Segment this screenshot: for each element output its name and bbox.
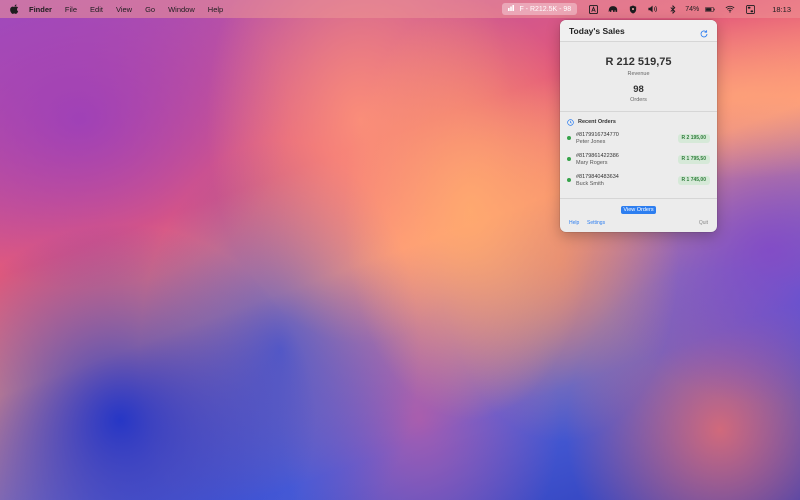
order-row[interactable]: #8179861422386 Mary Rogers R 1 795,50: [567, 152, 710, 168]
menu-help[interactable]: Help: [208, 5, 223, 14]
divider: [560, 111, 717, 112]
refresh-icon[interactable]: [699, 26, 709, 38]
clock-icon: [567, 113, 574, 131]
view-orders-button[interactable]: View Orders: [621, 206, 656, 214]
menu-bar-extras: F - R212.5K - 98 74% 18:13: [502, 0, 800, 18]
menu-finder[interactable]: Finder: [29, 5, 52, 14]
wifi-icon[interactable]: [725, 4, 735, 14]
menu-edit[interactable]: Edit: [90, 5, 103, 14]
order-row[interactable]: #8179916734770 Peter Jones R 2 195,00: [567, 131, 710, 147]
battery-percentage: 74%: [685, 5, 700, 13]
location-shield-icon[interactable]: [628, 4, 638, 14]
order-amount-badge: R 1 795,50: [677, 155, 710, 164]
order-customer: Peter Jones: [576, 139, 606, 145]
order-amount-badge: R 1 745,00: [677, 176, 710, 185]
sales-status-item[interactable]: F - R212.5K - 98: [502, 3, 578, 15]
sales-popover: Today's Sales R 212 519,75 Revenue 98 Or…: [560, 20, 717, 232]
control-center-icon[interactable]: [745, 4, 755, 14]
apple-icon[interactable]: [10, 4, 20, 14]
order-customer: Buck Smith: [576, 181, 604, 187]
sales-status-text: F - R212.5K - 98: [519, 5, 572, 13]
popover-header: Today's Sales: [560, 20, 717, 42]
order-number: #8179861422386: [576, 153, 619, 159]
settings-link[interactable]: Settings: [587, 220, 605, 226]
orders-count: 98: [633, 84, 644, 95]
quit-link[interactable]: Quit: [699, 220, 708, 226]
order-number: #8179916734770: [576, 132, 619, 138]
order-row[interactable]: #8179840483634 Buck Smith R 1 745,00: [567, 173, 710, 189]
menu-bar: Finder File Edit View Go Window Help F -…: [0, 0, 800, 18]
menu-window[interactable]: Window: [168, 5, 195, 14]
battery-icon[interactable]: [705, 4, 715, 14]
menu-clock[interactable]: 18:13: [772, 5, 791, 14]
menu-file[interactable]: File: [65, 5, 77, 14]
revenue-label: Revenue: [627, 71, 650, 77]
menu-go[interactable]: Go: [145, 5, 155, 14]
menu-view[interactable]: View: [116, 5, 132, 14]
recent-orders-header: Recent Orders: [567, 118, 616, 126]
order-status-dot: [567, 136, 571, 140]
text-input-icon[interactable]: [588, 4, 598, 14]
bar-chart-icon: [508, 5, 516, 13]
order-amount-badge: R 2 195,00: [677, 134, 710, 143]
volume-icon[interactable]: [648, 4, 658, 14]
help-link[interactable]: Help: [569, 220, 579, 226]
order-number: #8179840483634: [576, 174, 619, 180]
order-customer: Mary Rogers: [576, 160, 608, 166]
divider: [560, 198, 717, 199]
order-status-dot: [567, 157, 571, 161]
popover-title: Today's Sales: [569, 26, 625, 36]
order-status-dot: [567, 178, 571, 182]
elephant-icon[interactable]: [608, 4, 618, 14]
revenue-value: R 212 519,75: [605, 56, 672, 68]
recent-orders-title: Recent Orders: [578, 119, 616, 125]
orders-label: Orders: [630, 97, 647, 103]
bluetooth-icon[interactable]: [668, 4, 678, 14]
